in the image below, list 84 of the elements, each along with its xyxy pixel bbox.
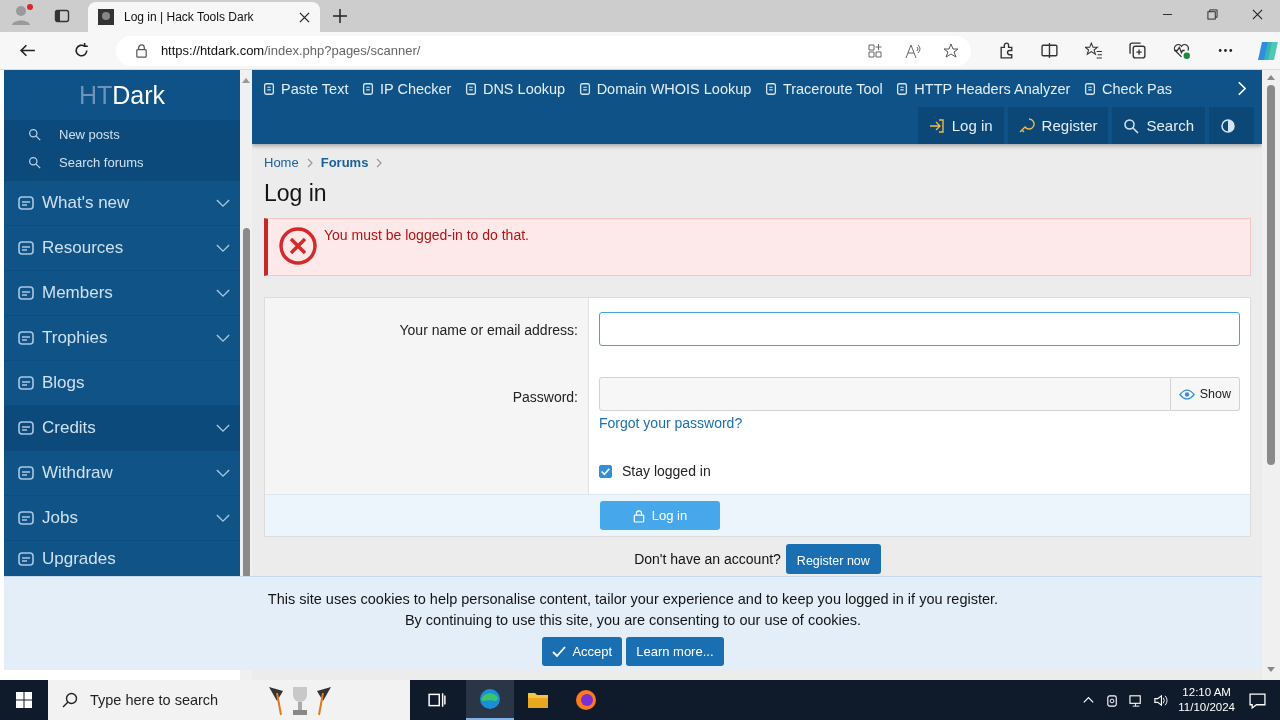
breadcrumb-link[interactable]: Forums: [320, 155, 369, 170]
edge-taskbar-icon[interactable]: [466, 680, 514, 720]
search-icon: [1123, 117, 1140, 134]
close-icon[interactable]: [1252, 9, 1263, 20]
browser-tab[interactable]: Log in | Hack Tools Dark: [88, 2, 320, 32]
field-label: Password:: [512, 389, 578, 407]
profile-icon[interactable]: [10, 3, 34, 27]
taskbar-search-field[interactable]: Type here to search: [88, 691, 262, 709]
apps-icon[interactable]: [866, 42, 883, 59]
register-now-button[interactable]: Register now: [785, 544, 881, 574]
extensions-icon[interactable]: [997, 42, 1015, 59]
windows-start-icon[interactable]: [16, 692, 32, 708]
cookie-notice-text: This site uses cookies to help personalise content, tailor your experience and to keep you logged in if you register.: [267, 590, 999, 609]
clock-time[interactable]: 12:10 AM: [1182, 685, 1231, 700]
error-text: You must be logged-in to do that.: [324, 227, 529, 243]
scrollbar-thumb[interactable]: [1267, 85, 1275, 465]
password-input[interactable]: [599, 377, 1171, 411]
back-icon[interactable]: [19, 42, 36, 59]
split-screen-icon[interactable]: [1041, 42, 1059, 59]
cookie-notice-text: By continuing to use this site, you are consenting to our use of cookies.: [404, 611, 862, 630]
accept-button[interactable]: Accept: [542, 637, 623, 666]
nav-link[interactable]: Traceroute Tool: [763, 80, 883, 97]
search-button[interactable]: Search: [1112, 107, 1205, 144]
favorites-icon[interactable]: [1085, 42, 1103, 59]
contrast-icon: [1220, 117, 1236, 134]
page-title: Log in: [264, 180, 328, 207]
check-icon: [552, 645, 567, 658]
star-icon[interactable]: [942, 42, 959, 59]
search-icon: [28, 155, 41, 169]
sidebar-link[interactable]: New posts: [59, 126, 120, 142]
nav-link[interactable]: DNS Lookup: [463, 80, 566, 97]
refresh-icon[interactable]: [72, 42, 90, 59]
nav-link[interactable]: Check Pas: [1082, 80, 1173, 97]
chevron-right-icon[interactable]: [1237, 81, 1246, 96]
field-label: Your name or email address:: [399, 322, 578, 340]
checkbox-label[interactable]: Stay logged in: [622, 463, 711, 479]
sidebar-link[interactable]: Search forums: [59, 154, 144, 170]
collections-icon[interactable]: [1129, 42, 1147, 59]
sidebar-item[interactable]: Credits: [4, 406, 240, 451]
sign-in-icon: [928, 117, 945, 134]
tab-actions-icon[interactable]: [54, 8, 70, 24]
chevron-down-icon[interactable]: [216, 288, 230, 298]
chevron-down-icon[interactable]: [216, 198, 230, 208]
error-icon: [278, 226, 318, 266]
show-password-button[interactable]: Show: [1170, 377, 1240, 411]
login-button[interactable]: Log in: [917, 107, 1004, 144]
theme-toggle-button[interactable]: [1209, 107, 1254, 144]
clock-date[interactable]: 11/10/2024: [1178, 700, 1235, 715]
chevron-down-icon[interactable]: [216, 513, 230, 523]
address-bar[interactable]: https://htdark.com/index.php?pages/scanner/: [115, 35, 971, 66]
eye-icon: [1178, 388, 1195, 400]
notification-icon[interactable]: [1249, 691, 1266, 709]
favicon-icon: [98, 9, 114, 25]
nav-link[interactable]: HTTP Headers Analyzer: [895, 80, 1071, 97]
learn-more-button[interactable]: Learn more...: [626, 637, 724, 666]
name-input[interactable]: [599, 312, 1240, 346]
chevron-down-icon[interactable]: [216, 423, 230, 433]
speaker-icon[interactable]: [1153, 692, 1169, 708]
search-icon: [62, 692, 78, 708]
chevron-down-icon[interactable]: [216, 333, 230, 343]
nav-link[interactable]: Paste Text: [262, 80, 349, 97]
breadcrumb-link[interactable]: Home: [264, 155, 299, 170]
lock-icon: [632, 508, 645, 523]
register-prompt: Don't have an account?: [634, 551, 781, 567]
chevron-right-icon: [376, 157, 383, 168]
task-view-icon[interactable]: [428, 691, 446, 709]
read-aloud-icon[interactable]: [904, 42, 921, 59]
health-icon[interactable]: [1173, 42, 1191, 59]
forgot-password-link[interactable]: Forgot your password?: [599, 415, 743, 431]
url-text: https://htdark.com/index.php?pages/scanner/: [160, 43, 421, 58]
chevron-down-icon[interactable]: [216, 243, 230, 253]
checkbox[interactable]: [599, 464, 612, 478]
search-icon: [28, 127, 41, 141]
restore-icon[interactable]: [1207, 9, 1218, 20]
nav-link[interactable]: IP Checker: [360, 80, 452, 97]
scrollbar-thumb[interactable]: [243, 228, 250, 578]
register-button[interactable]: Register: [1007, 107, 1109, 144]
nav-link[interactable]: Domain WHOIS Lookup: [577, 80, 752, 97]
lock-icon: [133, 43, 149, 58]
chevron-down-icon[interactable]: [216, 468, 230, 478]
chevron-right-icon: [306, 157, 313, 168]
close-icon[interactable]: [299, 11, 310, 23]
sidebar-item[interactable]: Upgrades: [4, 541, 240, 576]
new-tab-icon[interactable]: [332, 8, 348, 24]
